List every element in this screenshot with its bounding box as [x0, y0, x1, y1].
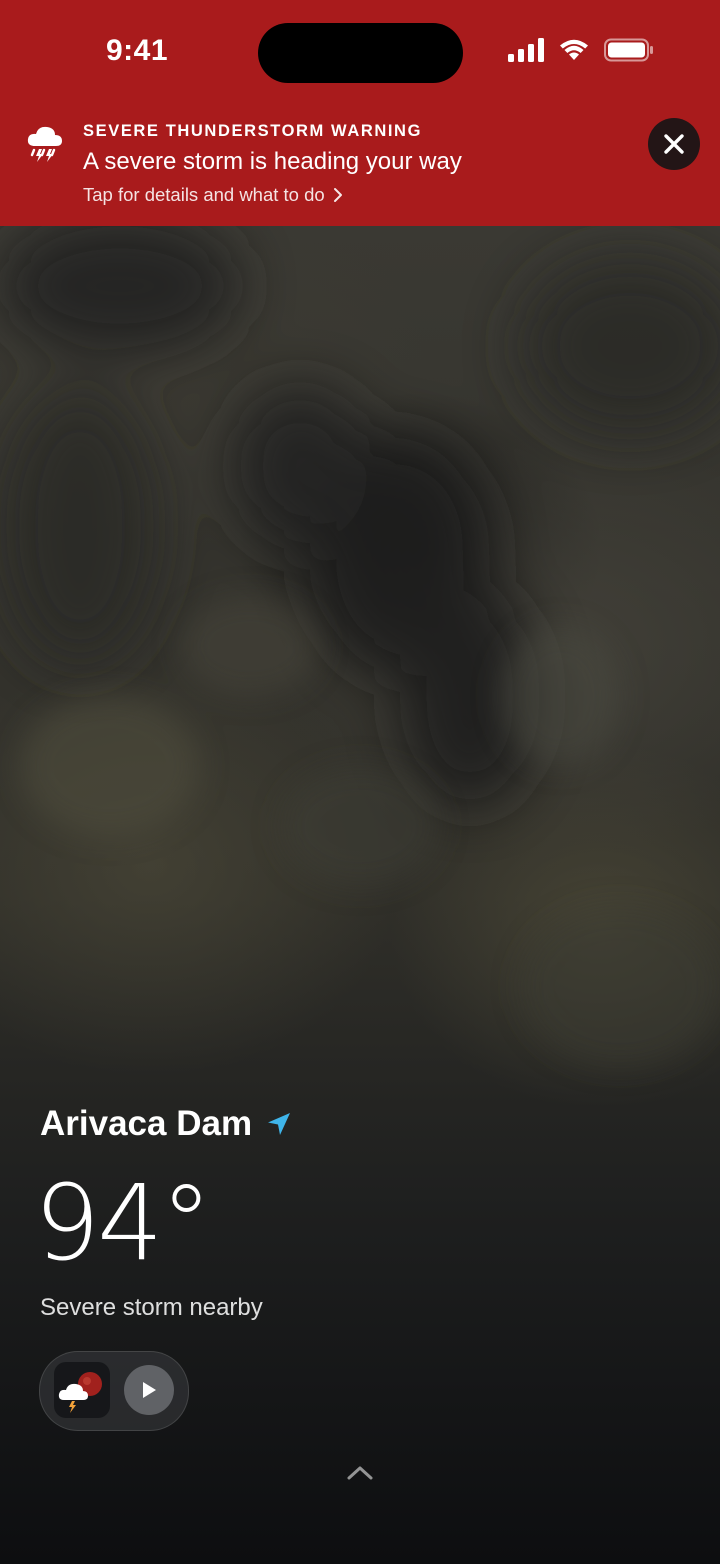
- alert-close-button[interactable]: [648, 118, 700, 170]
- location-arrow-icon: [268, 1113, 291, 1135]
- storm-thumbnail-icon: [58, 1372, 102, 1413]
- location-row[interactable]: Arivaca Dam: [40, 1104, 292, 1144]
- alert-kicker: SEVERE THUNDERSTORM WARNING: [83, 122, 422, 140]
- status-icons: [508, 38, 654, 62]
- play-icon: [143, 1382, 156, 1398]
- current-temperature: 94°: [34, 1162, 212, 1284]
- cellular-signal-icon: [508, 38, 544, 62]
- status-time: 9:41: [106, 34, 169, 67]
- weather-condition: Severe storm nearby: [40, 1294, 263, 1321]
- alert-subtitle: Tap for details and what to do: [83, 184, 325, 205]
- chevron-right-icon: [333, 188, 342, 202]
- media-player-pill[interactable]: [39, 1351, 189, 1431]
- alert-title: A severe storm is heading your way: [83, 148, 462, 175]
- weather-screen: 9:41 SEVERE THUNDERSTORM WARNING A sever…: [0, 0, 720, 1564]
- dynamic-island: [258, 23, 463, 83]
- severe-weather-alert-banner[interactable]: 9:41 SEVERE THUNDERSTORM WARNING A sever…: [0, 0, 720, 226]
- thunderstorm-icon: [27, 126, 62, 162]
- battery-icon: [604, 38, 653, 62]
- weather-app-icon[interactable]: [54, 1362, 110, 1418]
- chevron-up-icon[interactable]: [346, 1462, 374, 1482]
- close-icon: [664, 134, 684, 154]
- alert-details-link[interactable]: Tap for details and what to do: [83, 184, 343, 206]
- location-name: Arivaca Dam: [40, 1104, 253, 1143]
- temperature-value: 94°: [34, 1162, 212, 1284]
- play-button[interactable]: [124, 1365, 174, 1415]
- wifi-icon: [560, 39, 588, 60]
